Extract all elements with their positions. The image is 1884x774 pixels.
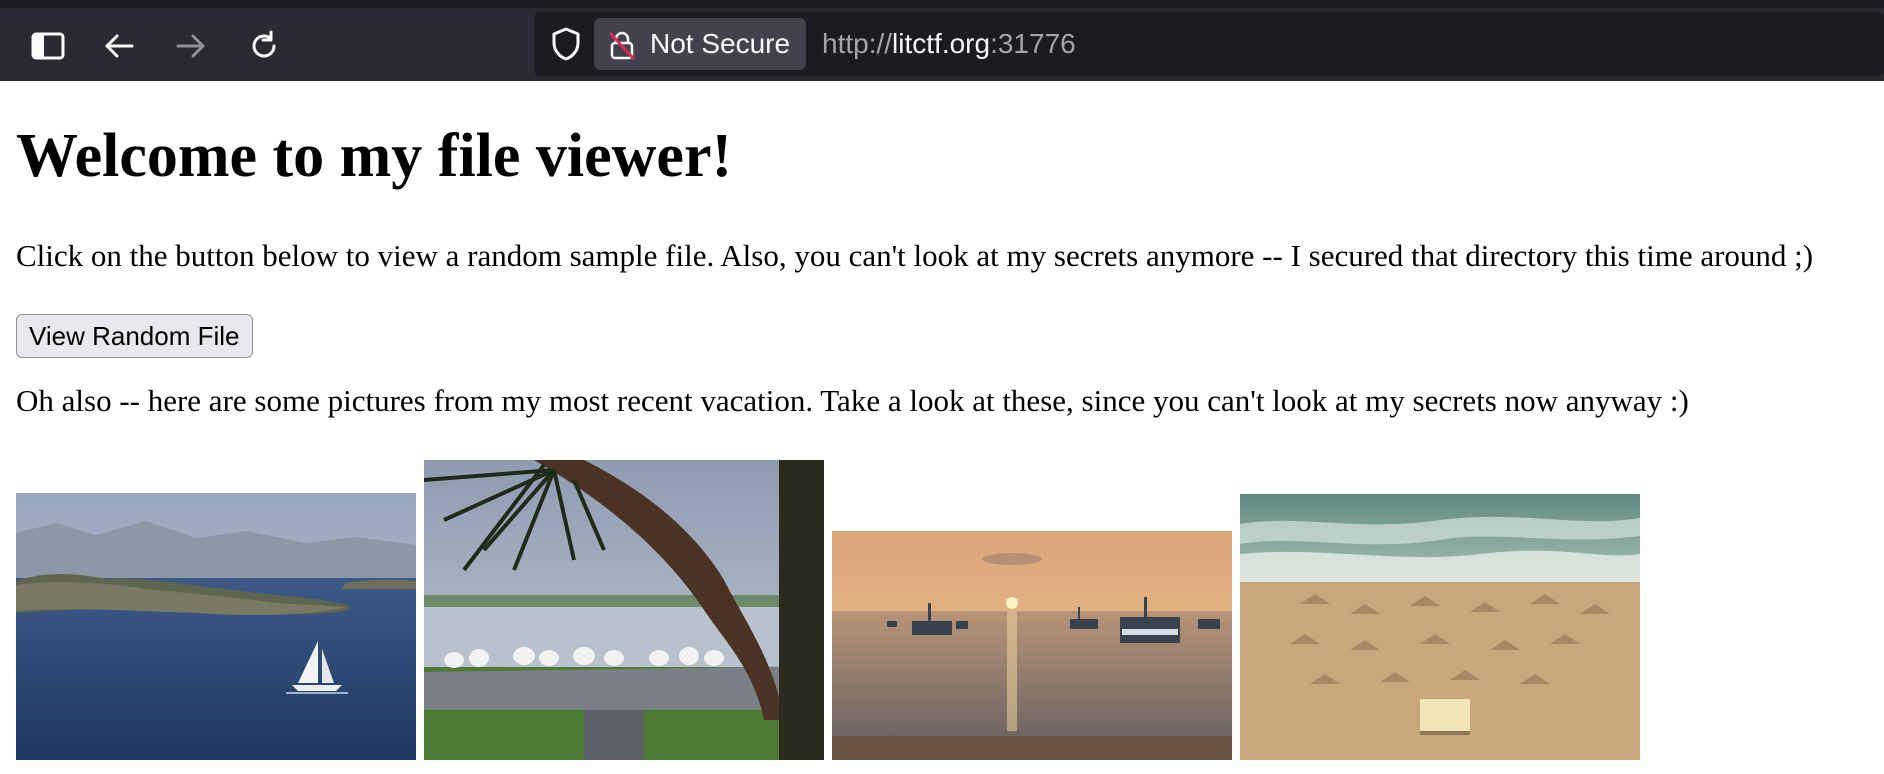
back-arrow-icon[interactable] xyxy=(97,24,141,68)
url-scheme: http:// xyxy=(822,28,893,59)
page-title: Welcome to my file viewer! xyxy=(16,122,733,190)
not-secure-label: Not Secure xyxy=(650,28,791,59)
url-host: litctf.org xyxy=(892,28,991,59)
sidebar-icon[interactable] xyxy=(26,24,70,68)
seagulls-palm-photo xyxy=(424,460,824,760)
url-text[interactable]: http://litctf.org:31776 xyxy=(822,30,1076,58)
intro-text: Click on the button below to view a rand… xyxy=(16,238,1814,273)
url-bar[interactable]: Not Secure http://litctf.org:31776 xyxy=(534,12,1884,76)
forward-arrow-icon xyxy=(169,24,213,68)
view-random-file-button[interactable]: View Random File xyxy=(16,314,253,358)
shield-icon[interactable] xyxy=(548,26,584,62)
sailboat-island-photo xyxy=(16,493,416,760)
beach-umbrellas-photo xyxy=(1240,494,1640,760)
insecure-lock-icon xyxy=(608,30,636,65)
not-secure-badge[interactable]: Not Secure xyxy=(594,18,806,70)
vacation-text: Oh also -- here are some pictures from m… xyxy=(16,383,1689,418)
reload-icon[interactable] xyxy=(242,24,286,68)
browser-toolbar: Not Secure http://litctf.org:31776 xyxy=(0,0,1884,81)
url-port: :31776 xyxy=(990,28,1076,59)
sunset-boats-photo xyxy=(832,531,1232,760)
